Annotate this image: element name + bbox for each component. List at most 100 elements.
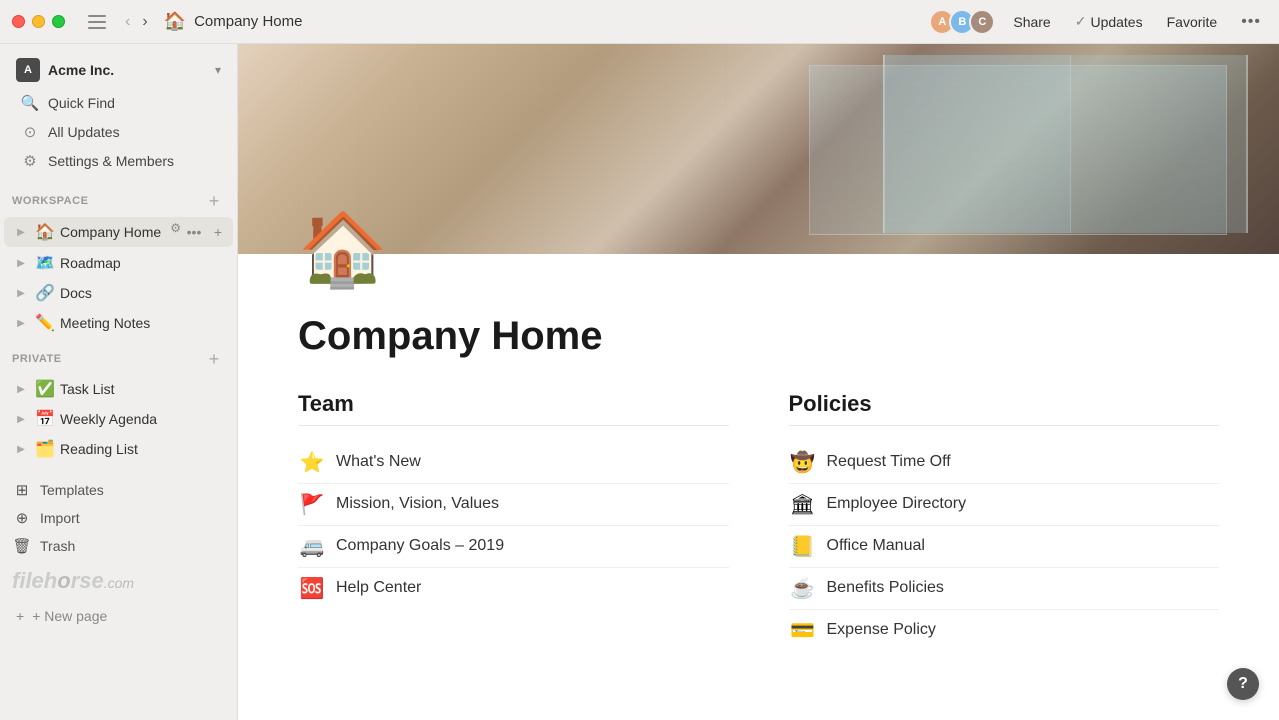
help-button[interactable]: ?: [1227, 668, 1259, 700]
tree-expand-icon[interactable]: ▶: [12, 380, 30, 398]
tree-item-label: Company Home: [60, 224, 166, 240]
avatar: C: [969, 9, 995, 35]
avatar-group: A B C: [929, 9, 995, 35]
search-icon: 🔍: [20, 94, 40, 112]
sidebar-top: A Acme Inc. ▾ 🔍 Quick Find ⊙ All Updates…: [0, 44, 237, 180]
doc-link-text: Help Center: [336, 577, 421, 599]
sidebar-item-trash[interactable]: 🗑 Trash: [4, 532, 233, 560]
sidebar-item-label: Trash: [40, 538, 75, 554]
item-add-button[interactable]: +: [207, 221, 229, 243]
sidebar-item-meeting-notes[interactable]: ▶ ✏️ Meeting Notes: [4, 309, 233, 337]
doc-link-text: Office Manual: [827, 535, 925, 557]
coffee-icon: ☕: [789, 576, 817, 601]
doc-link-text: Request Time Off: [827, 451, 951, 473]
docs-icon: 🔗: [34, 283, 56, 303]
sidebar-item-weekly-agenda[interactable]: ▶ 📅 Weekly Agenda: [4, 405, 233, 433]
page-icon-area: 🏠: [238, 214, 1279, 286]
tree-expand-icon[interactable]: ▶: [12, 410, 30, 428]
tree-expand-icon[interactable]: ▶: [12, 223, 30, 241]
sidebar-item-templates[interactable]: ⊞ Templates: [4, 476, 233, 504]
tree-item-label: Weekly Agenda: [60, 411, 229, 427]
company-home-icon: 🏠: [34, 222, 56, 242]
tree-expand-icon[interactable]: ▶: [12, 440, 30, 458]
sidebar-item-roadmap[interactable]: ▶ 🗺️ Roadmap: [4, 249, 233, 277]
workspace-section-header: WORKSPACE +: [0, 180, 237, 216]
sidebar-item-all-updates[interactable]: ⊙ All Updates: [12, 118, 225, 146]
policies-column: Policies 🤠 Request Time Off 🏛 Employee D…: [789, 391, 1220, 651]
share-button[interactable]: Share: [1007, 10, 1056, 34]
item-options-icon: ⚙: [170, 221, 181, 243]
back-arrow-button[interactable]: ‹: [121, 9, 134, 35]
policies-heading: Policies: [789, 391, 1220, 426]
tree-expand-icon[interactable]: ▶: [12, 314, 30, 332]
tree-expand-icon[interactable]: ▶: [12, 254, 30, 272]
more-options-button[interactable]: •••: [1235, 9, 1267, 35]
sidebar-item-import[interactable]: ⊕ Import: [4, 504, 233, 532]
tree-item-label: Docs: [60, 285, 229, 301]
link-request-time-off[interactable]: 🤠 Request Time Off: [789, 442, 1220, 484]
import-icon: ⊕: [12, 509, 32, 527]
check-icon: ✓: [1075, 13, 1087, 30]
sidebar-item-reading-list[interactable]: ▶ 🗂️ Reading List: [4, 435, 233, 463]
star-icon: ⭐: [298, 450, 326, 475]
maximize-button[interactable]: [52, 15, 65, 28]
doc-link-text: Company Goals – 2019: [336, 535, 504, 557]
page-title: Company Home: [298, 314, 1219, 359]
new-page-button[interactable]: + + New page: [4, 602, 233, 630]
trash-icon: 🗑: [12, 537, 32, 555]
sidebar-item-docs[interactable]: ▶ 🔗 Docs: [4, 279, 233, 307]
link-employee-directory[interactable]: 🏛 Employee Directory: [789, 484, 1220, 526]
sidebar-toggle-button[interactable]: [81, 6, 113, 38]
favorite-button[interactable]: Favorite: [1161, 10, 1224, 34]
titlebar: ‹ › 🏠 Company Home A B C Share ✓ Updates…: [0, 0, 1279, 44]
task-list-icon: ✅: [34, 379, 56, 399]
workspace-add-button[interactable]: +: [203, 190, 225, 212]
traffic-lights: [12, 15, 65, 28]
item-more-button[interactable]: •••: [183, 221, 205, 243]
sidebar-item-task-list[interactable]: ▶ ✅ Task List: [4, 375, 233, 403]
templates-icon: ⊞: [12, 481, 32, 499]
team-column: Team ⭐ What's New 🚩 Mission, Vision, Val…: [298, 391, 729, 651]
sidebar-item-settings[interactable]: ⚙ Settings & Members: [12, 147, 225, 175]
main-content: 🏠 Company Home Team ⭐ What's New 🚩 Missi…: [238, 44, 1279, 720]
link-mission[interactable]: 🚩 Mission, Vision, Values: [298, 484, 729, 526]
link-help-center[interactable]: 🆘 Help Center: [298, 568, 729, 609]
sidebar-item-company-home[interactable]: ▶ 🏠 Company Home ⚙ ••• +: [4, 217, 233, 247]
nav-arrows: ‹ ›: [121, 9, 152, 35]
workspace-header[interactable]: A Acme Inc. ▾: [8, 52, 229, 88]
updates-button[interactable]: ✓ Updates: [1069, 9, 1149, 34]
roadmap-icon: 🗺️: [34, 253, 56, 273]
minimize-button[interactable]: [32, 15, 45, 28]
link-company-goals[interactable]: 🚐 Company Goals – 2019: [298, 526, 729, 568]
private-add-button[interactable]: +: [203, 348, 225, 370]
settings-icon: ⚙: [20, 152, 40, 170]
columns: Team ⭐ What's New 🚩 Mission, Vision, Val…: [298, 391, 1219, 651]
sidebar-item-label: Import: [40, 510, 80, 526]
cowboy-icon: 🤠: [789, 450, 817, 475]
team-heading: Team: [298, 391, 729, 426]
link-benefits-policies[interactable]: ☕ Benefits Policies: [789, 568, 1220, 610]
new-page-label: + New page: [32, 608, 107, 624]
new-page-plus-icon: +: [16, 608, 24, 624]
card-icon: 💳: [789, 618, 817, 643]
link-expense-policy[interactable]: 💳 Expense Policy: [789, 610, 1220, 651]
sidebar: A Acme Inc. ▾ 🔍 Quick Find ⊙ All Updates…: [0, 44, 238, 720]
doc-link-text: Mission, Vision, Values: [336, 493, 499, 515]
link-office-manual[interactable]: 📒 Office Manual: [789, 526, 1220, 568]
close-button[interactable]: [12, 15, 25, 28]
sidebar-bottom-items: ⊞ Templates ⊕ Import 🗑 Trash: [0, 476, 237, 560]
sidebar-item-label: Templates: [40, 482, 104, 498]
sidebar-item-quick-find[interactable]: 🔍 Quick Find: [12, 89, 225, 117]
link-whats-new[interactable]: ⭐ What's New: [298, 442, 729, 484]
forward-arrow-button[interactable]: ›: [138, 9, 151, 35]
page-emoji: 🏠: [298, 214, 1219, 286]
tree-expand-icon[interactable]: ▶: [12, 284, 30, 302]
sidebar-item-label: Settings & Members: [48, 153, 174, 169]
content-area: Company Home Team ⭐ What's New 🚩 Mission…: [238, 286, 1279, 691]
page-title-bar: 🏠 Company Home: [164, 11, 303, 32]
workspace-avatar: A: [16, 58, 40, 82]
sidebar-item-label: All Updates: [48, 124, 120, 140]
doc-link-text: Benefits Policies: [827, 577, 944, 599]
sidebar-item-label: Quick Find: [48, 95, 115, 111]
page-title-text: Company Home: [194, 13, 302, 30]
